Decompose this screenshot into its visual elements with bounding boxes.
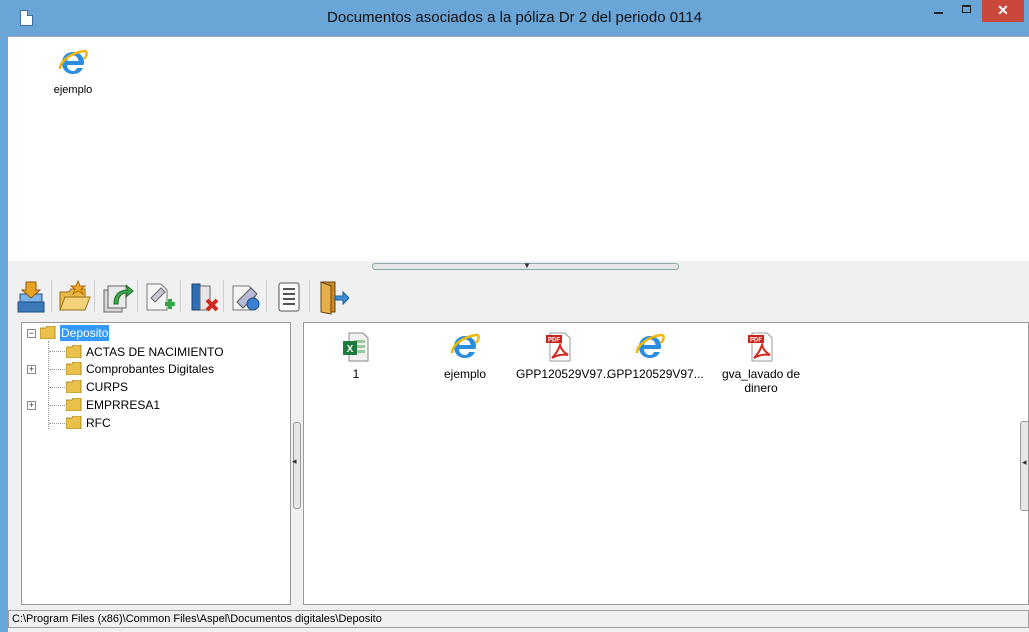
open-folder-icon: [59, 279, 91, 311]
file-item[interactable]: PDF gva_lavado de dinero: [721, 331, 801, 395]
status-bar: C:\Program Files (x86)\Common Files\Aspe…: [8, 607, 1029, 632]
open-folder-button[interactable]: [57, 278, 91, 316]
toolbar-separator: [309, 280, 310, 312]
file-item[interactable]: X 1: [316, 331, 396, 381]
green-arrow-icon: [103, 284, 134, 313]
file-name: ejemplo: [53, 84, 93, 96]
ie-icon: [634, 331, 666, 363]
exit-door-icon: [320, 281, 350, 315]
toolbar-separator: [94, 280, 95, 312]
add-doc-icon: [146, 283, 175, 311]
associated-file-item[interactable]: ejemplo: [33, 47, 113, 97]
associated-documents-pane[interactable]: ejemplo: [8, 36, 1029, 262]
file-name: GPP120529V97...: [516, 367, 613, 381]
file-name: GPP120529V97...: [607, 367, 704, 381]
title-bar[interactable]: Documentos asociados a la póliza Dr 2 de…: [0, 0, 1029, 36]
stack-icon: [17, 281, 45, 313]
toolbar-separator: [137, 280, 138, 312]
file-name: ejemplo: [443, 367, 487, 381]
folder-icon: [66, 380, 82, 393]
tree-item-label: ACTAS DE NACIMIENTO: [86, 345, 224, 359]
tree-line: [48, 341, 49, 429]
file-item[interactable]: GPP120529V97...: [607, 331, 704, 381]
tree-line: [49, 369, 65, 370]
tree-line: [49, 423, 65, 424]
associate-button[interactable]: [100, 278, 134, 316]
toolbar-separator: [266, 280, 267, 312]
svg-text:PDF: PDF: [750, 338, 762, 344]
tree-item-label: Deposito: [60, 325, 110, 341]
folder-icon: [66, 416, 82, 429]
delete-doc-icon: [191, 283, 219, 312]
file-name: 1: [352, 367, 360, 381]
pdf-icon: PDF: [543, 331, 575, 363]
exit-button[interactable]: [315, 278, 350, 316]
chevron-down-icon[interactable]: ▼: [523, 262, 531, 270]
file-item[interactable]: PDF GPP120529V97...: [516, 331, 613, 381]
ie-icon: [449, 331, 481, 363]
window-title: Documentos asociados a la póliza Dr 2 de…: [327, 9, 702, 26]
chevron-left-icon[interactable]: ◂: [1022, 457, 1027, 468]
tree-item-label: EMPRRESA1: [86, 398, 161, 412]
folder-icon: [66, 398, 82, 411]
list-icon: [278, 282, 300, 312]
status-path: C:\Program Files (x86)\Common Files\Aspe…: [8, 610, 1029, 628]
file-name: gva_lavado de dinero: [721, 367, 801, 395]
excel-icon: X: [340, 331, 372, 363]
ie-icon: [57, 47, 89, 79]
minimize-button[interactable]: [926, 0, 952, 22]
chevron-left-icon[interactable]: ◂: [292, 456, 297, 467]
expand-icon[interactable]: +: [27, 365, 36, 374]
vertical-splitter[interactable]: ◂: [291, 322, 303, 605]
delete-document-button[interactable]: [186, 278, 220, 316]
tree-item-label: RFC: [86, 416, 111, 430]
folder-tree[interactable]: − Deposito ACTAS DE NACIMIENTO + Comprob…: [21, 322, 291, 605]
tree-line: [49, 405, 65, 406]
folder-icon: [66, 345, 82, 358]
collapse-icon[interactable]: −: [27, 329, 36, 338]
close-button[interactable]: ✕: [982, 0, 1024, 22]
toolbar-separator: [51, 280, 52, 312]
tree-item-label: CURPS: [86, 380, 129, 394]
close-icon: ✕: [997, 2, 1009, 18]
folder-icon: [66, 362, 82, 375]
tree-item-label: Comprobantes Digitales: [86, 362, 215, 376]
copy-to-repository-button[interactable]: [14, 278, 48, 316]
maximize-icon: [962, 5, 971, 13]
svg-text:X: X: [347, 344, 354, 355]
svg-text:PDF: PDF: [548, 338, 560, 344]
edit-doc-icon: [232, 285, 260, 311]
folder-icon: [40, 326, 56, 339]
file-list[interactable]: X 1 ejemplo PDF GPP120529V97... GPP12052…: [303, 322, 1029, 605]
tree-line: [49, 387, 65, 388]
add-document-button[interactable]: [143, 278, 177, 316]
properties-button[interactable]: [272, 278, 306, 316]
file-item[interactable]: ejemplo: [425, 331, 505, 381]
toolbar-separator: [180, 280, 181, 312]
toolbar-separator: [223, 280, 224, 312]
minimize-icon: [934, 12, 943, 14]
expand-icon[interactable]: +: [27, 401, 36, 410]
lower-area: − Deposito ACTAS DE NACIMIENTO + Comprob…: [8, 320, 1029, 607]
edit-document-button[interactable]: [229, 278, 263, 316]
tree-line: [49, 351, 65, 352]
maximize-button[interactable]: [954, 0, 980, 22]
pdf-icon: PDF: [745, 331, 777, 363]
toolbar: [8, 272, 1029, 320]
window: Documentos asociados a la póliza Dr 2 de…: [0, 0, 1029, 632]
